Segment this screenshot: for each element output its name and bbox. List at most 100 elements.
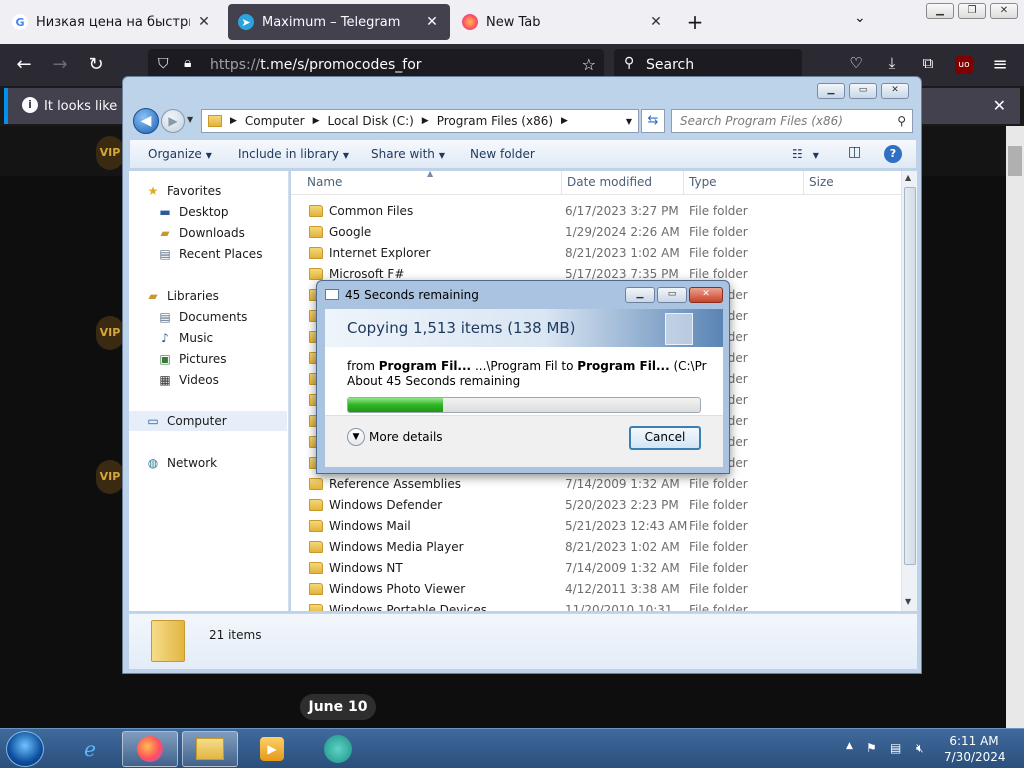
forward-icon[interactable]: → [48, 54, 72, 75]
column-size[interactable]: Size [809, 175, 834, 189]
table-row[interactable]: Internet Explorer 8/21/2023 1:02 AM File f… [291, 243, 901, 264]
organize-button[interactable]: Organize ▼ [148, 147, 212, 161]
new-tab-button[interactable]: + [684, 10, 706, 34]
include-in-library-button[interactable]: Include in library ▼ [238, 147, 349, 161]
internet-explorer-icon[interactable]: ℯ [62, 731, 118, 767]
network-tray-icon[interactable]: ▤ [890, 741, 901, 755]
extensions-icon[interactable]: ⧉ [916, 54, 940, 72]
close-tab-icon[interactable]: ✕ [424, 14, 440, 30]
table-row[interactable]: Reference Assemblies 7/14/2009 1:32 AM Fil… [291, 474, 901, 495]
file-date: 5/21/2023 12:43 AM [565, 519, 688, 533]
table-row[interactable]: Google 1/29/2024 2:26 AM File folder [291, 222, 901, 243]
reload-icon[interactable]: ↻ [84, 54, 108, 75]
breadcrumb-program-files[interactable]: Program Files (x86) [437, 114, 553, 128]
cancel-button[interactable]: Cancel [629, 426, 701, 450]
bookmark-star-icon[interactable]: ☆ [582, 55, 596, 74]
table-row[interactable]: Windows NT 7/14/2009 1:32 AM File folder [291, 558, 901, 579]
media-player-icon[interactable]: ▶ [244, 731, 300, 767]
scroll-down-icon[interactable]: ▼ [905, 597, 911, 606]
lock-icon[interactable]: 🔒︎ [184, 55, 191, 71]
address-bar[interactable]: ▶ Computer ▶ Local Disk (C:) ▶ Program F… [201, 109, 639, 133]
preview-pane-button[interactable]: ◫ [848, 144, 861, 160]
file-list-scrollbar[interactable]: ▲ ▼ [901, 171, 917, 611]
column-divider[interactable] [561, 171, 562, 195]
back-icon[interactable]: ← [12, 54, 36, 75]
nav-favorites[interactable]: ★ Favorites [145, 181, 303, 201]
show-hidden-icons[interactable]: ▲ [846, 741, 853, 751]
table-row[interactable]: Windows Photo Viewer 4/12/2011 3:38 AM Fil… [291, 579, 901, 600]
downloads-icon[interactable]: ⤓ [880, 54, 904, 72]
close-icon[interactable]: ✕ [993, 96, 1006, 115]
telegram-desktop-icon[interactable] [310, 731, 366, 767]
action-center-flag-icon[interactable]: ⚑ [866, 741, 877, 755]
new-folder-button[interactable]: New folder [470, 147, 535, 161]
vip-avatar[interactable]: VIP [96, 136, 124, 170]
explorer-back-button[interactable]: ◀ [133, 108, 159, 134]
tab-google[interactable]: G Низкая цена на быстрый инте ✕ [2, 4, 222, 40]
browser-close-button[interactable]: ✕ [990, 3, 1018, 19]
start-button[interactable] [6, 731, 44, 767]
nav-libraries[interactable]: ▰ Libraries [145, 286, 303, 306]
explorer-search-input[interactable]: Search Program Files (x86) ⚲ [671, 109, 913, 133]
dialog-close-button[interactable]: ✕ [689, 287, 723, 303]
scrollbar-thumb[interactable] [904, 187, 916, 565]
breadcrumb-separator[interactable]: ▶ [422, 116, 429, 126]
vip-avatar[interactable]: VIP [96, 316, 124, 350]
share-with-button[interactable]: Share with ▼ [371, 147, 445, 161]
breadcrumb-computer[interactable]: Computer [245, 114, 305, 128]
scrollbar-thumb[interactable] [1008, 146, 1022, 176]
breadcrumb-separator[interactable]: ▶ [313, 116, 320, 126]
table-row[interactable]: Windows Media Player 8/21/2023 1:02 AM Fil… [291, 537, 901, 558]
more-details-toggle[interactable]: ▼ More details [347, 428, 443, 446]
explorer-icon[interactable] [182, 731, 238, 767]
browser-restore-button[interactable]: ❐ [958, 3, 986, 19]
table-row[interactable]: Windows Portable Devices 11/20/2010 10:31… [291, 600, 901, 611]
tab-new-tab[interactable]: New Tab ✕ [452, 4, 674, 40]
page-scrollbar[interactable] [1006, 126, 1024, 728]
scroll-up-icon[interactable]: ▲ [905, 173, 911, 182]
to-dest-link[interactable]: Program Fil... [577, 359, 669, 373]
table-row[interactable]: Common Files 6/17/2023 3:27 PM File folder [291, 201, 901, 222]
change-view-button[interactable]: ☷ ▼ [792, 147, 819, 161]
from-source-link[interactable]: Program Fil... [379, 359, 471, 373]
firefox-icon[interactable] [122, 731, 178, 767]
refresh-button[interactable]: ⇆ [641, 109, 665, 133]
dialog-maximize-button[interactable]: ▭ [657, 287, 687, 303]
explorer-maximize-button[interactable]: ▭ [849, 83, 877, 99]
clock-time[interactable]: 6:11 AM [944, 734, 1004, 748]
close-tab-icon[interactable]: ✕ [648, 14, 664, 30]
explorer-close-button[interactable]: ✕ [881, 83, 909, 99]
table-row[interactable]: Windows Defender 5/20/2023 2:23 PM File fo… [291, 495, 901, 516]
column-date-modified[interactable]: Date modified [567, 175, 652, 189]
shield-icon[interactable]: ⛉ [158, 56, 169, 72]
explorer-minimize-button[interactable]: ▁ [817, 83, 845, 99]
pocket-icon[interactable]: ♡ [844, 54, 868, 72]
close-tab-icon[interactable]: ✕ [196, 14, 212, 30]
explorer-forward-button[interactable]: ▶ [161, 109, 185, 133]
breadcrumb-separator[interactable]: ▶ [230, 116, 237, 126]
dialog-minimize-button[interactable]: ▁ [625, 287, 655, 303]
browser-minimize-button[interactable]: ▁ [926, 3, 954, 19]
column-divider[interactable] [683, 171, 684, 195]
menu-icon[interactable]: ≡ [988, 54, 1012, 75]
volume-muted-icon[interactable]: 🔇︎ [916, 741, 924, 756]
tab-telegram[interactable]: ➤ Maximum – Telegram ✕ [228, 4, 450, 40]
breadcrumb-local-disk[interactable]: Local Disk (C:) [328, 114, 414, 128]
address-dropdown-icon[interactable]: ▼ [626, 117, 632, 126]
nav-computer[interactable]: ▭ Computer [129, 411, 287, 431]
folder-icon [309, 562, 323, 574]
list-all-tabs-button[interactable]: ⌄ [854, 10, 866, 26]
table-row[interactable]: Windows Mail 5/21/2023 12:43 AM File folde… [291, 516, 901, 537]
system-tray: ▲ ⚑ ▤ 🔇︎ 6:11 AM 7/30/2024 [844, 729, 1024, 768]
recent-pages-dropdown[interactable]: ▼ [187, 115, 193, 124]
clock-date[interactable]: 7/30/2024 [944, 750, 1006, 764]
ublock-icon[interactable]: uo [955, 56, 973, 74]
nav-network[interactable]: ◍ Network [145, 453, 303, 473]
column-name[interactable]: Name [307, 175, 342, 189]
search-icon[interactable]: ⚲ [897, 110, 906, 132]
column-divider[interactable] [803, 171, 804, 195]
column-type[interactable]: Type [689, 175, 717, 189]
vip-avatar[interactable]: VIP [96, 460, 124, 494]
breadcrumb-separator[interactable]: ▶ [561, 116, 568, 126]
help-button[interactable]: ? [884, 145, 902, 163]
